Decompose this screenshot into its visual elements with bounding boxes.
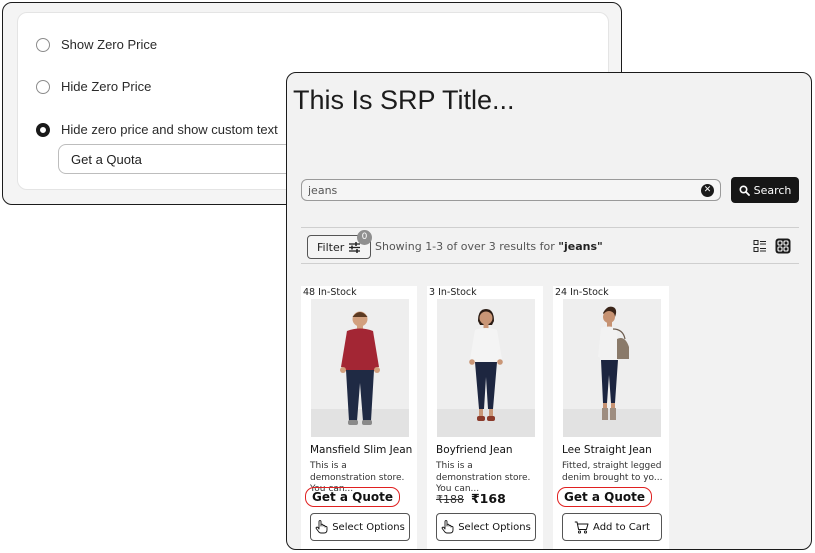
radio-button[interactable] bbox=[36, 37, 50, 52]
results-summary-text: Showing 1-3 of over 3 results for bbox=[375, 240, 555, 253]
stock-label: 24 In-Stock bbox=[555, 287, 609, 298]
filter-count-badge: 0 bbox=[357, 230, 372, 245]
radio-label: Hide zero price and show custom text bbox=[61, 122, 278, 137]
grid-view-icon[interactable] bbox=[775, 238, 791, 254]
radio-show-zero-price[interactable]: Show Zero Price bbox=[36, 37, 157, 52]
page-title: This Is SRP Title... bbox=[293, 85, 515, 115]
product-image[interactable] bbox=[563, 299, 661, 437]
product-card[interactable]: 24 In-Stock Lee Straight Jean Fitted, st… bbox=[553, 286, 669, 549]
list-view-icon[interactable] bbox=[753, 239, 767, 253]
model-photo bbox=[311, 299, 409, 437]
product-name[interactable]: Boyfriend Jean bbox=[436, 444, 513, 456]
original-price: ₹188 bbox=[436, 493, 464, 506]
search-bar: ✕ bbox=[301, 179, 721, 201]
get-a-quote-label: Get a Quote bbox=[557, 487, 653, 507]
price: ₹188 ₹168 bbox=[436, 491, 506, 506]
radio-button[interactable] bbox=[36, 79, 50, 94]
product-image[interactable] bbox=[311, 299, 409, 437]
radio-button-selected[interactable] bbox=[36, 122, 50, 137]
search-input[interactable] bbox=[302, 180, 720, 200]
button-label: Select Options bbox=[458, 521, 531, 533]
select-options-button[interactable]: Select Options bbox=[310, 513, 410, 541]
search-button-label: Search bbox=[753, 183, 792, 197]
search-results-window: This Is SRP Title... ✕ Search Filter 0 S… bbox=[286, 72, 812, 550]
stock-label: 3 In-Stock bbox=[429, 287, 477, 298]
cart-icon bbox=[574, 521, 589, 534]
divider bbox=[301, 227, 799, 228]
button-label: Add to Cart bbox=[593, 521, 650, 533]
pointer-hand-icon bbox=[441, 520, 454, 534]
sale-price: ₹168 bbox=[470, 491, 506, 506]
get-a-quote-label: Get a Quote bbox=[305, 487, 401, 507]
button-label: Select Options bbox=[332, 521, 405, 533]
model-photo bbox=[563, 299, 661, 437]
product-card[interactable]: 48 In-Stock Mansfield Slim Jean This is … bbox=[301, 286, 417, 549]
radio-hide-zero-price[interactable]: Hide Zero Price bbox=[36, 79, 151, 94]
product-name[interactable]: Lee Straight Jean bbox=[562, 444, 652, 456]
model-photo bbox=[437, 299, 535, 437]
radio-label: Show Zero Price bbox=[61, 37, 158, 52]
search-button[interactable]: Search bbox=[731, 177, 799, 203]
product-image[interactable] bbox=[437, 299, 535, 437]
stock-label: 48 In-Stock bbox=[303, 287, 357, 298]
add-to-cart-button[interactable]: Add to Cart bbox=[562, 513, 662, 541]
radio-label: Hide Zero Price bbox=[61, 79, 152, 94]
select-options-button[interactable]: Select Options bbox=[436, 513, 536, 541]
results-query: "jeans" bbox=[558, 240, 603, 253]
clear-search-icon[interactable]: ✕ bbox=[701, 184, 714, 197]
results-summary: Showing 1-3 of over 3 results for "jeans… bbox=[375, 240, 603, 253]
radio-hide-zero-show-custom[interactable]: Hide zero price and show custom text bbox=[36, 122, 278, 137]
pointer-hand-icon bbox=[315, 520, 328, 534]
search-icon bbox=[739, 184, 750, 196]
divider bbox=[301, 263, 799, 264]
product-description: Fitted, straight legged denim brought to… bbox=[562, 461, 663, 483]
filter-label: Filter bbox=[317, 240, 345, 254]
product-card[interactable]: 3 In-Stock Boyfriend Jean This is a demo… bbox=[427, 286, 543, 549]
product-name[interactable]: Mansfield Slim Jean bbox=[310, 444, 412, 456]
